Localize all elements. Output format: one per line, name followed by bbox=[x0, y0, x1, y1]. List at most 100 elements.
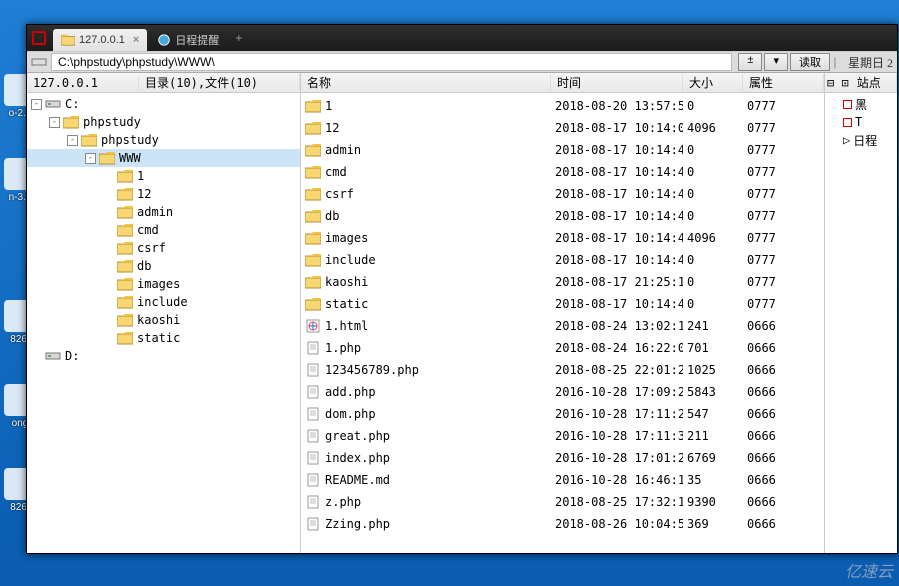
file-size: 0 bbox=[683, 209, 743, 223]
path-input[interactable] bbox=[51, 53, 732, 71]
read-button[interactable]: 读取 bbox=[790, 53, 830, 71]
list-row[interactable]: cmd2018-08-17 10:14:4000777 bbox=[301, 161, 824, 183]
file-name: dom.php bbox=[325, 407, 376, 421]
list-row[interactable]: README.md2016-10-28 16:46:14350666 bbox=[301, 469, 824, 491]
tree-row[interactable]: images bbox=[27, 275, 300, 293]
list-row[interactable]: great.php2016-10-28 17:11:332110666 bbox=[301, 425, 824, 447]
file-time: 2018-08-25 17:32:11 bbox=[551, 495, 683, 509]
col-size[interactable]: 大小 bbox=[683, 74, 743, 91]
list-row[interactable]: kaoshi2018-08-17 21:25:1800777 bbox=[301, 271, 824, 293]
file-name: great.php bbox=[325, 429, 390, 443]
file-name: include bbox=[325, 253, 376, 267]
play-icon: ▷ bbox=[843, 133, 850, 147]
tab-label: 127.0.0.1 bbox=[79, 34, 125, 46]
tree-header: 127.0.0.1 目录(10),文件(10) bbox=[27, 73, 300, 93]
tree-header-host[interactable]: 127.0.0.1 bbox=[27, 76, 139, 90]
caret-button[interactable]: ▾ bbox=[764, 53, 788, 71]
tree-toggle[interactable]: - bbox=[49, 117, 60, 128]
list-row[interactable]: z.php2018-08-25 17:32:1193900666 bbox=[301, 491, 824, 513]
list-row[interactable]: 122018-08-17 10:14:0940960777 bbox=[301, 117, 824, 139]
tree-toggle[interactable]: - bbox=[67, 135, 78, 146]
side-title[interactable]: 站点 bbox=[851, 74, 897, 91]
list-row[interactable]: 1.html2018-08-24 13:02:182410666 bbox=[301, 315, 824, 337]
file-name: 1.php bbox=[325, 341, 361, 355]
file-attr: 0777 bbox=[743, 231, 824, 245]
tree-label: images bbox=[137, 277, 180, 291]
list-row[interactable]: db2018-08-17 10:14:4000777 bbox=[301, 205, 824, 227]
side-item[interactable]: T bbox=[825, 113, 897, 131]
file-time: 2016-10-28 17:11:33 bbox=[551, 429, 683, 443]
tree-row[interactable]: cmd bbox=[27, 221, 300, 239]
list-row[interactable]: 12018-08-20 13:57:5100777 bbox=[301, 95, 824, 117]
list-row[interactable]: add.php2016-10-28 17:09:2958430666 bbox=[301, 381, 824, 403]
updown-button[interactable]: ± bbox=[738, 53, 762, 71]
tree-row[interactable]: 1 bbox=[27, 167, 300, 185]
file-attr: 0777 bbox=[743, 209, 824, 223]
list-row[interactable]: dom.php2016-10-28 17:11:205470666 bbox=[301, 403, 824, 425]
tree-row[interactable]: include bbox=[27, 293, 300, 311]
file-size: 211 bbox=[683, 429, 743, 443]
file-size: 0 bbox=[683, 99, 743, 113]
tab[interactable]: 日程提醒 bbox=[149, 29, 227, 51]
file-time: 2018-08-17 10:14:09 bbox=[551, 121, 683, 135]
tree-row[interactable]: -phpstudy bbox=[27, 113, 300, 131]
file-attr: 0777 bbox=[743, 275, 824, 289]
file-time: 2018-08-25 22:01:24 bbox=[551, 363, 683, 377]
file-attr: 0666 bbox=[743, 385, 824, 399]
list-row[interactable]: Zzing.php2018-08-26 10:04:563690666 bbox=[301, 513, 824, 535]
tree-row[interactable]: static bbox=[27, 329, 300, 347]
file-time: 2018-08-17 10:14:40 bbox=[551, 231, 683, 245]
window-menu-icon[interactable] bbox=[31, 30, 53, 46]
tree-row[interactable]: admin bbox=[27, 203, 300, 221]
file-name: csrf bbox=[325, 187, 354, 201]
file-attr: 0777 bbox=[743, 143, 824, 157]
tree-toggle[interactable]: - bbox=[31, 99, 42, 110]
tree-label: db bbox=[137, 259, 151, 273]
tree-label: D: bbox=[65, 349, 79, 363]
col-time[interactable]: 时间 bbox=[551, 74, 683, 91]
list-row[interactable]: static2018-08-17 10:14:4000777 bbox=[301, 293, 824, 315]
list-row[interactable]: include2018-08-17 10:14:4000777 bbox=[301, 249, 824, 271]
tab-close[interactable]: × bbox=[133, 34, 139, 46]
tree-row[interactable]: - C: bbox=[27, 95, 300, 113]
file-name: z.php bbox=[325, 495, 361, 509]
tab[interactable]: 127.0.0.1 × bbox=[53, 29, 147, 51]
tree-label: cmd bbox=[137, 223, 159, 237]
file-time: 2018-08-17 10:14:40 bbox=[551, 253, 683, 267]
side-item[interactable]: ▷日程 bbox=[825, 131, 897, 149]
list-row[interactable]: images2018-08-17 10:14:4040960777 bbox=[301, 227, 824, 249]
tree-row[interactable]: csrf bbox=[27, 239, 300, 257]
file-name: add.php bbox=[325, 385, 376, 399]
list-pane: 名称 时间 大小 属性 12018-08-20 13:57:5100777122… bbox=[301, 73, 825, 553]
file-time: 2016-10-28 17:01:24 bbox=[551, 451, 683, 465]
file-name: 123456789.php bbox=[325, 363, 419, 377]
tree-row[interactable]: -WWW bbox=[27, 149, 300, 167]
tree-label: C: bbox=[65, 97, 79, 111]
list-row[interactable]: index.php2016-10-28 17:01:2467690666 bbox=[301, 447, 824, 469]
tree-row[interactable]: db bbox=[27, 257, 300, 275]
tree-row[interactable]: 12 bbox=[27, 185, 300, 203]
tree-row[interactable]: D: bbox=[27, 347, 300, 365]
col-attr[interactable]: 属性 bbox=[743, 74, 824, 91]
col-name[interactable]: 名称 bbox=[301, 74, 551, 91]
side-item[interactable]: 黑 bbox=[825, 95, 897, 113]
file-time: 2016-10-28 16:46:14 bbox=[551, 473, 683, 487]
list-row[interactable]: 123456789.php2018-08-25 22:01:2410250666 bbox=[301, 359, 824, 381]
file-time: 2018-08-20 13:57:51 bbox=[551, 99, 683, 113]
file-size: 5843 bbox=[683, 385, 743, 399]
list-row[interactable]: csrf2018-08-17 10:14:4000777 bbox=[301, 183, 824, 205]
list-row[interactable]: 1.php2018-08-24 16:22:017010666 bbox=[301, 337, 824, 359]
file-attr: 0777 bbox=[743, 297, 824, 311]
file-attr: 0777 bbox=[743, 253, 824, 267]
tree-header-stats[interactable]: 目录(10),文件(10) bbox=[139, 74, 300, 91]
tree-toggle[interactable]: - bbox=[85, 153, 96, 164]
tree-row[interactable]: -phpstudy bbox=[27, 131, 300, 149]
list-row[interactable]: admin2018-08-17 10:14:4000777 bbox=[301, 139, 824, 161]
file-time: 2018-08-17 21:25:18 bbox=[551, 275, 683, 289]
tab-add[interactable]: + bbox=[229, 31, 248, 45]
file-size: 0 bbox=[683, 187, 743, 201]
side-label: 黑 bbox=[855, 96, 867, 113]
file-name: kaoshi bbox=[325, 275, 368, 289]
status-label: 星期日 2 bbox=[848, 54, 893, 71]
tree-row[interactable]: kaoshi bbox=[27, 311, 300, 329]
